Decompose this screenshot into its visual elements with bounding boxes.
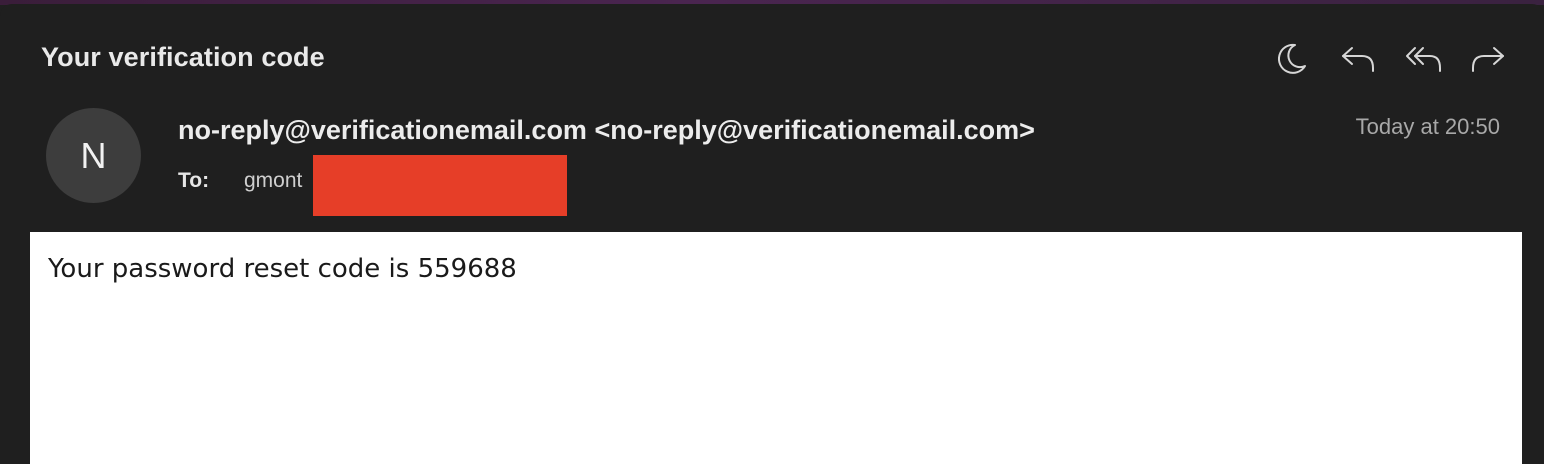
- received-date: Today at 20:50: [1355, 114, 1500, 139]
- reply-all-icon: [1406, 47, 1441, 72]
- reply-all-button[interactable]: [1402, 39, 1446, 79]
- message-body-text: Your password reset code is 559688: [48, 254, 517, 284]
- recipient-row: To: gmont: [178, 166, 302, 196]
- recipient-address[interactable]: gmont: [244, 169, 302, 193]
- email-viewer: Your verification code N no-reply@verifi…: [0, 4, 1544, 464]
- to-label: To:: [178, 169, 210, 192]
- forward-button[interactable]: [1466, 39, 1510, 79]
- redaction-block: [313, 155, 567, 216]
- forward-icon: [1472, 47, 1504, 72]
- mute-button[interactable]: [1270, 39, 1314, 79]
- sender-address[interactable]: no-reply@verificationemail.com <no-reply…: [178, 115, 1035, 146]
- sender-avatar: N: [46, 108, 141, 203]
- reply-button[interactable]: [1336, 39, 1380, 79]
- message-body: Your password reset code is 559688: [30, 232, 1522, 464]
- reply-icon: [1342, 47, 1374, 72]
- moon-icon: [1277, 43, 1306, 74]
- message-actions-toolbar: [1268, 39, 1518, 79]
- email-subject: Your verification code: [41, 42, 325, 72]
